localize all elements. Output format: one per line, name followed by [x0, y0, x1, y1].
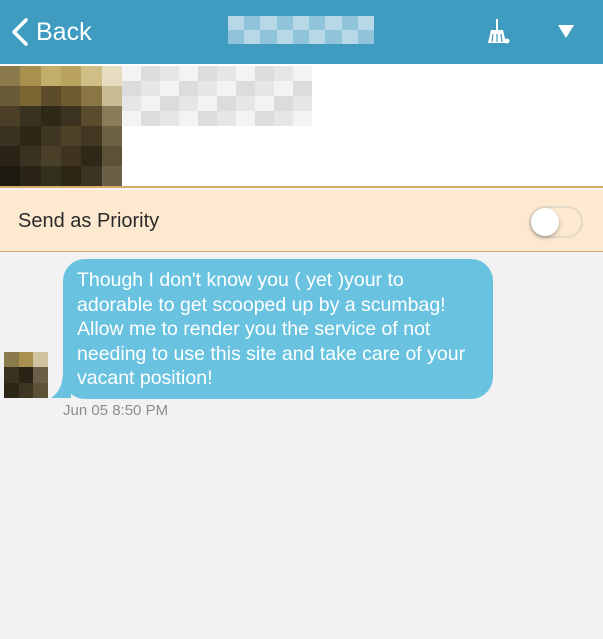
priority-row: Send as Priority — [0, 190, 603, 252]
back-label: Back — [36, 17, 92, 46]
priority-label: Send as Priority — [18, 210, 160, 232]
back-button[interactable]: Back — [10, 14, 92, 50]
profile-photo[interactable] — [0, 66, 122, 186]
conversation-title-redacted — [228, 16, 374, 44]
message-text: Though I don't know you ( yet )your to a… — [77, 269, 466, 389]
message-bubble[interactable]: Though I don't know you ( yet )your to a… — [63, 259, 493, 399]
chevron-left-icon — [12, 18, 28, 46]
nav-bar: Back — [0, 0, 603, 64]
sender-avatar[interactable] — [4, 352, 48, 398]
profile-name-redacted — [122, 66, 312, 126]
profile-header — [0, 64, 603, 188]
caret-down-icon[interactable] — [551, 16, 581, 46]
message-timestamp: Jun 05 8:50 PM — [63, 402, 169, 419]
toggle-knob — [531, 208, 559, 236]
priority-toggle[interactable] — [529, 206, 583, 238]
broom-icon[interactable] — [483, 16, 513, 46]
